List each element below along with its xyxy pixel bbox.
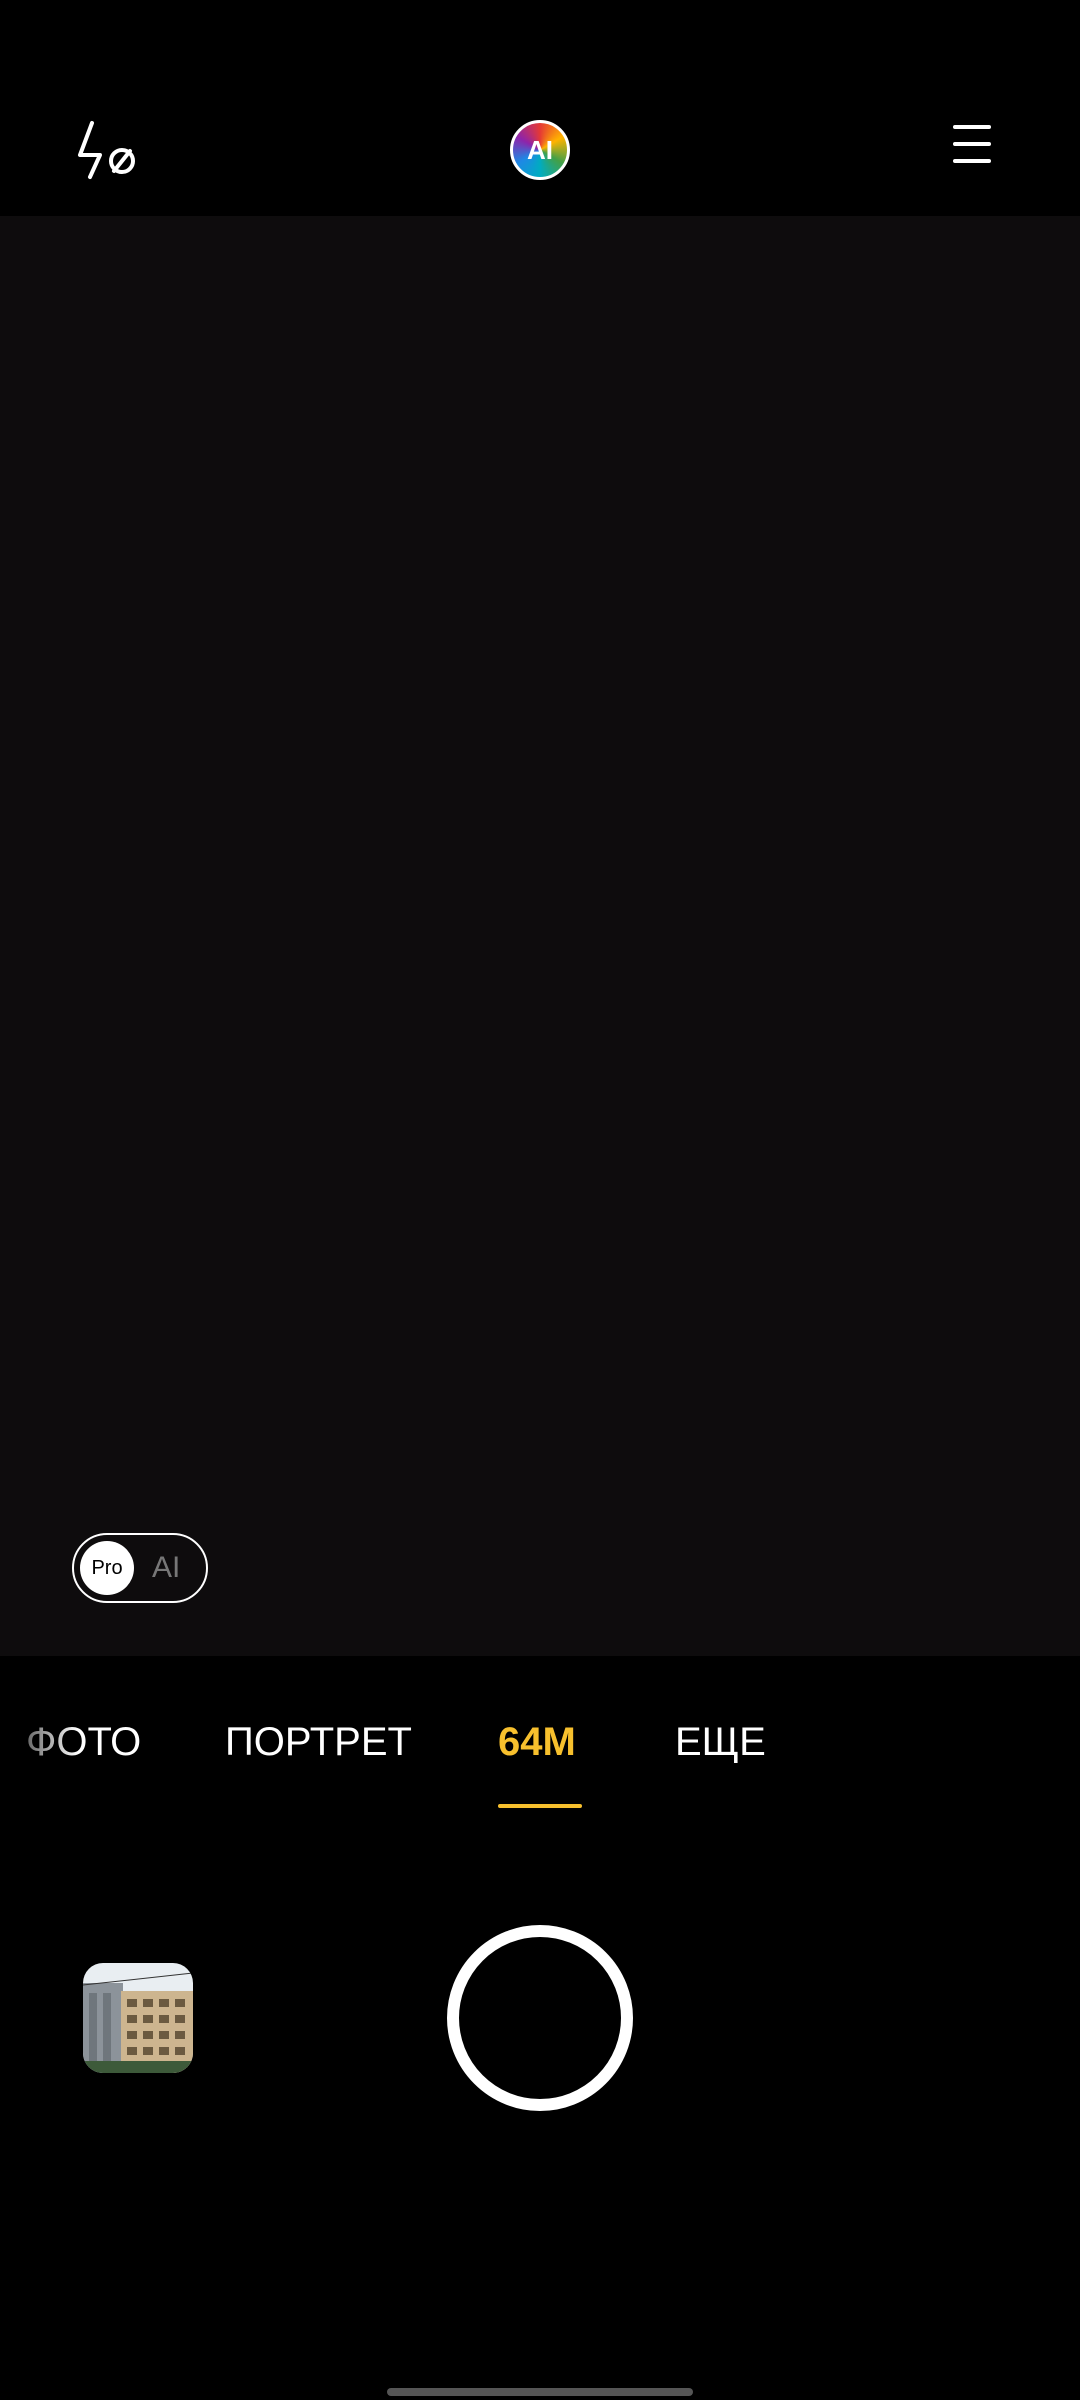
active-mode-underline: [498, 1804, 582, 1808]
mode-more[interactable]: ЕЩЕ: [675, 1720, 766, 1765]
pro-ai-toggle[interactable]: Pro AI: [72, 1533, 208, 1603]
pro-option[interactable]: Pro: [80, 1541, 134, 1595]
top-bar: AI: [0, 0, 1080, 216]
flash-off-icon[interactable]: [70, 115, 150, 185]
mode-selector: ФОТО ПОРТРЕТ 64M ЕЩЕ: [0, 1656, 1080, 1816]
mode-portrait[interactable]: ПОРТРЕТ: [225, 1720, 412, 1765]
ai-scene-button[interactable]: AI: [510, 120, 570, 180]
gallery-thumbnail-icon[interactable]: [83, 1963, 193, 2073]
shutter-button-icon[interactable]: [447, 1925, 633, 2111]
ai-option[interactable]: AI: [152, 1535, 180, 1601]
ai-label: AI: [527, 135, 553, 165]
viewfinder[interactable]: [0, 216, 1080, 1656]
mode-photo[interactable]: ФОТО: [26, 1720, 141, 1765]
menu-icon[interactable]: [950, 125, 994, 175]
camera-screen: AI Pro AI ФОТО ПОРТРЕТ 64M ЕЩЕ: [0, 0, 1080, 2400]
home-indicator[interactable]: [387, 2388, 693, 2396]
mode-64m[interactable]: 64M: [498, 1720, 576, 1765]
